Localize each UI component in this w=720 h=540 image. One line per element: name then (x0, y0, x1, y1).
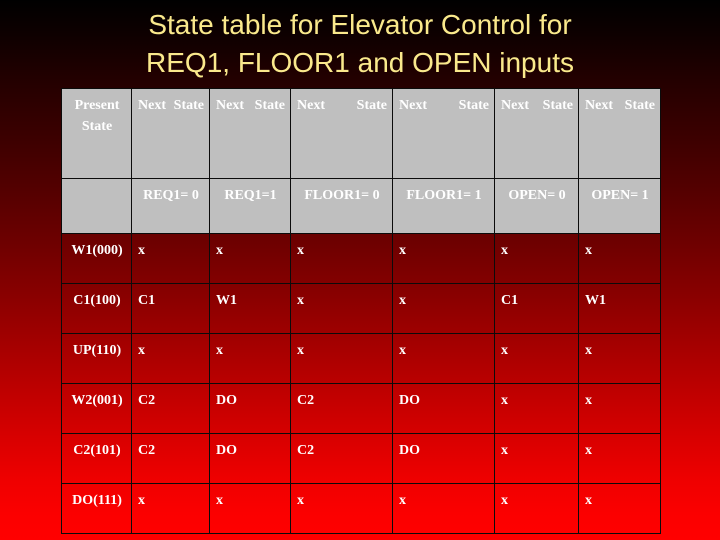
slide-canvas: State table for Elevator Control for REQ… (0, 0, 720, 540)
cell-next-state: C2 (290, 383, 393, 434)
cell-next-state: x (392, 333, 495, 384)
header-condition-floor1-1: FLOOR1= 1 (392, 178, 495, 234)
cell-next-state: x (131, 333, 210, 384)
cell-next-state: x (578, 233, 661, 284)
table-row: C2(101) C2 DO C2 DO x x (61, 433, 661, 484)
header-next-state-5: Next State (494, 88, 579, 179)
cell-next-state: x (392, 283, 495, 334)
cell-next-state: x (578, 483, 661, 534)
cell-next-state: x (290, 483, 393, 534)
cell-next-state: DO (209, 433, 291, 484)
cell-next-state: x (290, 333, 393, 384)
cell-present-state: C1(100) (61, 283, 132, 334)
header-condition-req1-1: REQ1=1 (209, 178, 291, 234)
table-row: C1(100) C1 W1 x x C1 W1 (61, 283, 661, 334)
header-condition-open-0: OPEN= 0 (494, 178, 579, 234)
cell-next-state: x (290, 233, 393, 284)
page-title: State table for Elevator Control for REQ… (60, 6, 660, 82)
page-title-line-2: REQ1, FLOOR1 and OPEN inputs (146, 47, 574, 78)
cell-next-state: x (578, 333, 661, 384)
cell-next-state: DO (392, 383, 495, 434)
cell-next-state: x (494, 433, 579, 484)
header-next-state-4: Next State (392, 88, 495, 179)
table-row: W2(001) C2 DO C2 DO x x (61, 383, 661, 434)
cell-next-state: x (578, 383, 661, 434)
state-table: Present State Next State Next State Next… (61, 88, 661, 534)
cell-next-state: C2 (131, 383, 210, 434)
header-next-state-1: Next State (131, 88, 210, 179)
header-next-state-3: Next State (290, 88, 393, 179)
cell-next-state: x (290, 283, 393, 334)
table-row: DO(111) x x x x x x (61, 483, 661, 534)
cell-next-state: x (392, 483, 495, 534)
header-next-state-2: Next State (209, 88, 291, 179)
cell-present-state: W2(001) (61, 383, 132, 434)
cell-next-state: x (209, 483, 291, 534)
cell-next-state: W1 (578, 283, 661, 334)
cell-next-state: x (209, 333, 291, 384)
cell-next-state: x (209, 233, 291, 284)
header-condition-open-1: OPEN= 1 (578, 178, 661, 234)
cell-next-state: DO (209, 383, 291, 434)
header-present-state: Present State (61, 88, 132, 179)
header-condition-blank (61, 178, 132, 234)
page-title-line-1: State table for Elevator Control for (148, 9, 572, 40)
table-header-row-input-conditions: REQ1= 0 REQ1=1 FLOOR1= 0 FLOOR1= 1 OPEN=… (61, 178, 661, 234)
cell-next-state: x (494, 333, 579, 384)
table-row: UP(110) x x x x x x (61, 333, 661, 384)
cell-present-state: UP(110) (61, 333, 132, 384)
header-condition-floor1-0: FLOOR1= 0 (290, 178, 393, 234)
cell-next-state: x (131, 483, 210, 534)
cell-next-state: x (131, 233, 210, 284)
header-condition-req1-0: REQ1= 0 (131, 178, 210, 234)
table-row: W1(000) x x x x x x (61, 233, 661, 284)
cell-next-state: x (494, 383, 579, 434)
cell-next-state: C2 (131, 433, 210, 484)
header-next-state-6: Next State (578, 88, 661, 179)
cell-present-state: W1(000) (61, 233, 132, 284)
cell-next-state: W1 (209, 283, 291, 334)
cell-next-state: x (494, 233, 579, 284)
table-header-row-state-labels: Present State Next State Next State Next… (61, 88, 661, 179)
cell-present-state: C2(101) (61, 433, 132, 484)
cell-next-state: x (494, 483, 579, 534)
cell-present-state: DO(111) (61, 483, 132, 534)
cell-next-state: C1 (131, 283, 210, 334)
cell-next-state: C1 (494, 283, 579, 334)
cell-next-state: x (578, 433, 661, 484)
cell-next-state: DO (392, 433, 495, 484)
cell-next-state: x (392, 233, 495, 284)
cell-next-state: C2 (290, 433, 393, 484)
